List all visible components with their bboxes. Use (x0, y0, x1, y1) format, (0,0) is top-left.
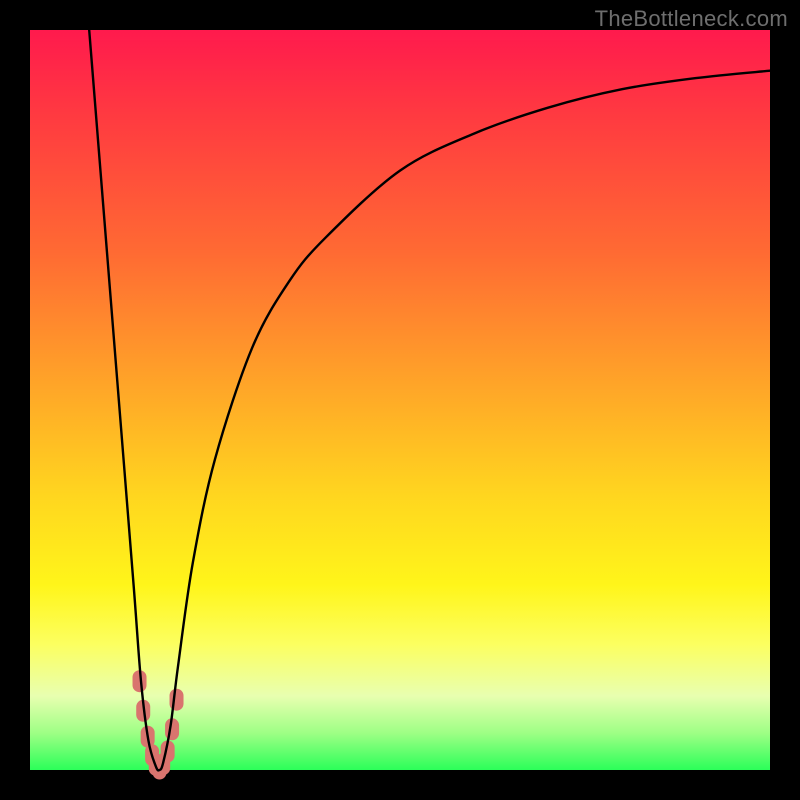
bottleneck-curve (89, 30, 770, 770)
plot-area (30, 30, 770, 770)
watermark-text: TheBottleneck.com (595, 6, 788, 32)
chart-frame: TheBottleneck.com (0, 0, 800, 800)
bottleneck-marker (170, 689, 184, 711)
curve-layer (30, 30, 770, 770)
